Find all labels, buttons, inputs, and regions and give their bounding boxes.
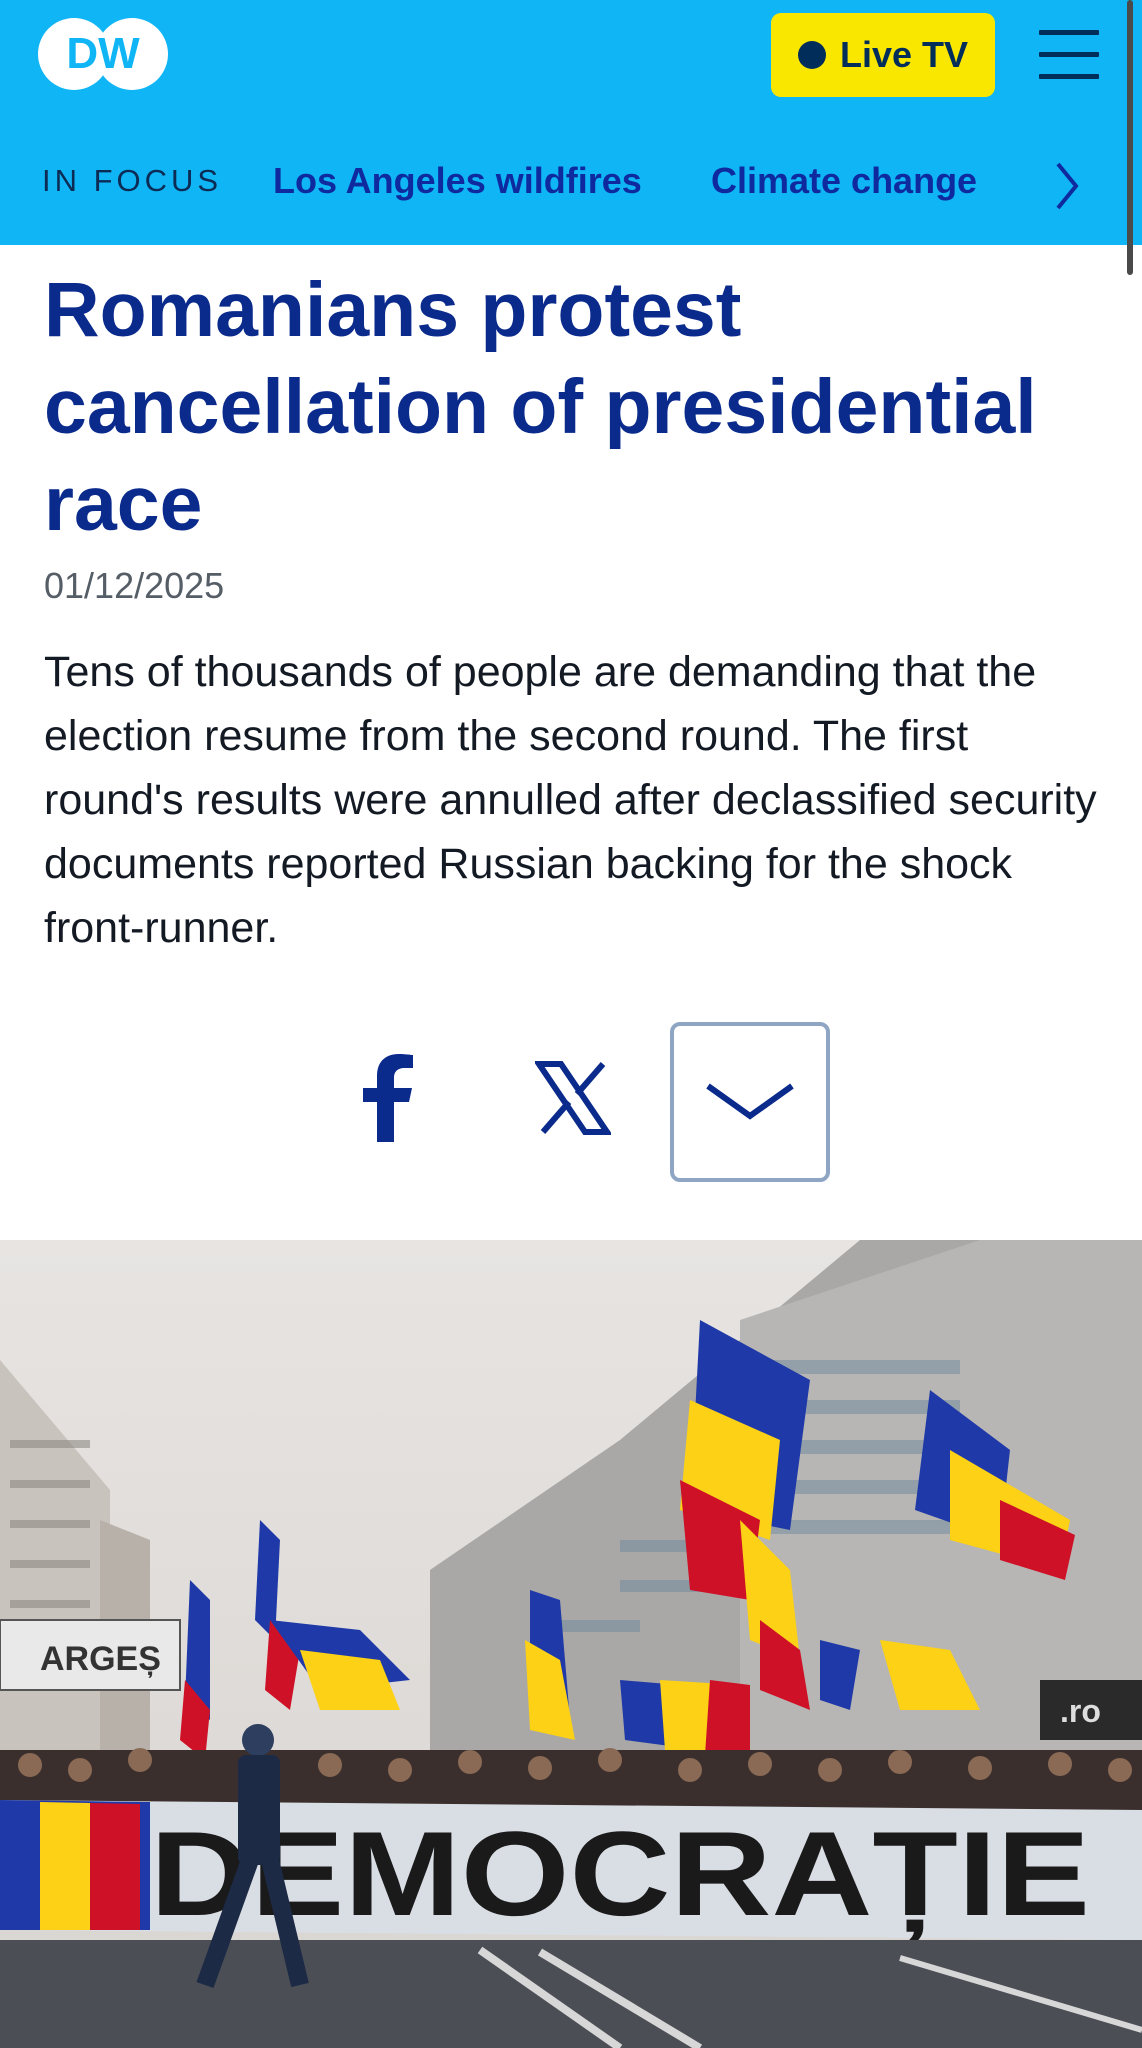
x-icon[interactable] (535, 1060, 611, 1136)
in-focus-label: IN FOCUS (42, 163, 223, 198)
share-more-button[interactable] (670, 1022, 830, 1182)
focus-link-climate[interactable]: Climate change (711, 160, 977, 202)
logo-text: DW (66, 29, 140, 78)
facebook-icon[interactable] (355, 1052, 425, 1142)
article-teaser: Tens of thousands of people are demandin… (44, 648, 1097, 952)
hamburger-menu-icon[interactable] (1039, 30, 1099, 80)
live-dot-icon (797, 41, 826, 69)
chevron-down-icon (706, 1083, 794, 1120)
article-date: 01/12/2025 (44, 565, 225, 606)
scrollbar[interactable] (1127, 0, 1133, 275)
dw-logo[interactable]: DW (36, 16, 170, 92)
arges-sign-text: ARGEȘ (40, 1640, 161, 1678)
article-headline: Romanians protest cancellation of presid… (44, 267, 1037, 547)
article-photo: ARGEȘ .ro DEMOCRAȚIE (0, 1240, 1142, 2048)
billboard-text: .ro (1060, 1693, 1101, 1729)
focus-link-wildfires[interactable]: Los Angeles wildfires (273, 160, 642, 202)
live-tv-button[interactable]: Live TV (771, 13, 995, 97)
chevron-right-icon[interactable] (1052, 158, 1082, 214)
live-tv-label: Live TV (839, 34, 969, 75)
site-header: DW Live TV IN FOCUS Los Angeles wildfire… (0, 0, 1142, 245)
